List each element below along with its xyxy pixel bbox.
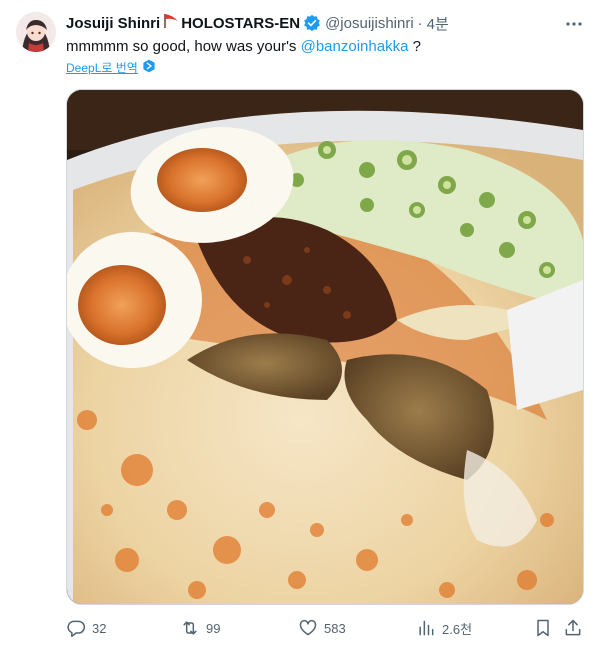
retweet-count: 99 [206, 620, 221, 636]
share-button[interactable] [563, 617, 583, 639]
ramen-photo [67, 90, 583, 604]
retweet-icon [183, 621, 197, 635]
share-icon [565, 619, 581, 636]
separator: · [417, 14, 423, 32]
deepl-icon [142, 59, 156, 76]
views-icon [419, 620, 434, 636]
tweet-text: mmmmm so good, how was your's @banzoinha… [66, 37, 421, 57]
retweet-button[interactable]: 99 [180, 617, 220, 639]
reply-button[interactable]: 32 [66, 617, 106, 639]
avatar[interactable] [16, 12, 56, 52]
reply-icon [67, 620, 86, 638]
like-count: 583 [324, 620, 346, 636]
display-name[interactable]: Josuiji Shinri [66, 15, 160, 32]
tweet-text-body: mmmmm so good, how was your's [66, 38, 301, 55]
translate-link[interactable]: DeepL로 번역 [66, 59, 156, 76]
bookmark-button[interactable] [533, 617, 553, 639]
bookmark-icon [537, 619, 549, 637]
flag-icon [162, 13, 180, 33]
reply-count: 32 [92, 620, 107, 636]
mention-link[interactable]: @banzoinhakka [301, 38, 409, 55]
views-button[interactable]: 2.6천 [416, 617, 472, 639]
more-icon[interactable] [564, 14, 584, 34]
action-bar: 32 99 583 2.6천 [66, 617, 584, 639]
tweet-text-tail: ? [408, 38, 421, 55]
like-button[interactable]: 583 [298, 617, 346, 639]
timestamp[interactable]: 4분 [427, 13, 449, 34]
views-count: 2.6천 [442, 621, 473, 637]
verified-icon [303, 14, 321, 32]
handle[interactable]: @josuijishinri [325, 15, 414, 32]
tweet-photo[interactable] [66, 89, 584, 605]
affiliation[interactable]: HOLOSTARS-EN [181, 15, 300, 32]
tweet: Josuiji Shinri HOLOSTARS-EN @josuijishin… [0, 0, 600, 650]
like-icon [299, 619, 317, 636]
tweet-header: Josuiji Shinri HOLOSTARS-EN @josuijishin… [66, 12, 584, 34]
translate-label[interactable]: DeepL로 번역 [66, 59, 138, 76]
